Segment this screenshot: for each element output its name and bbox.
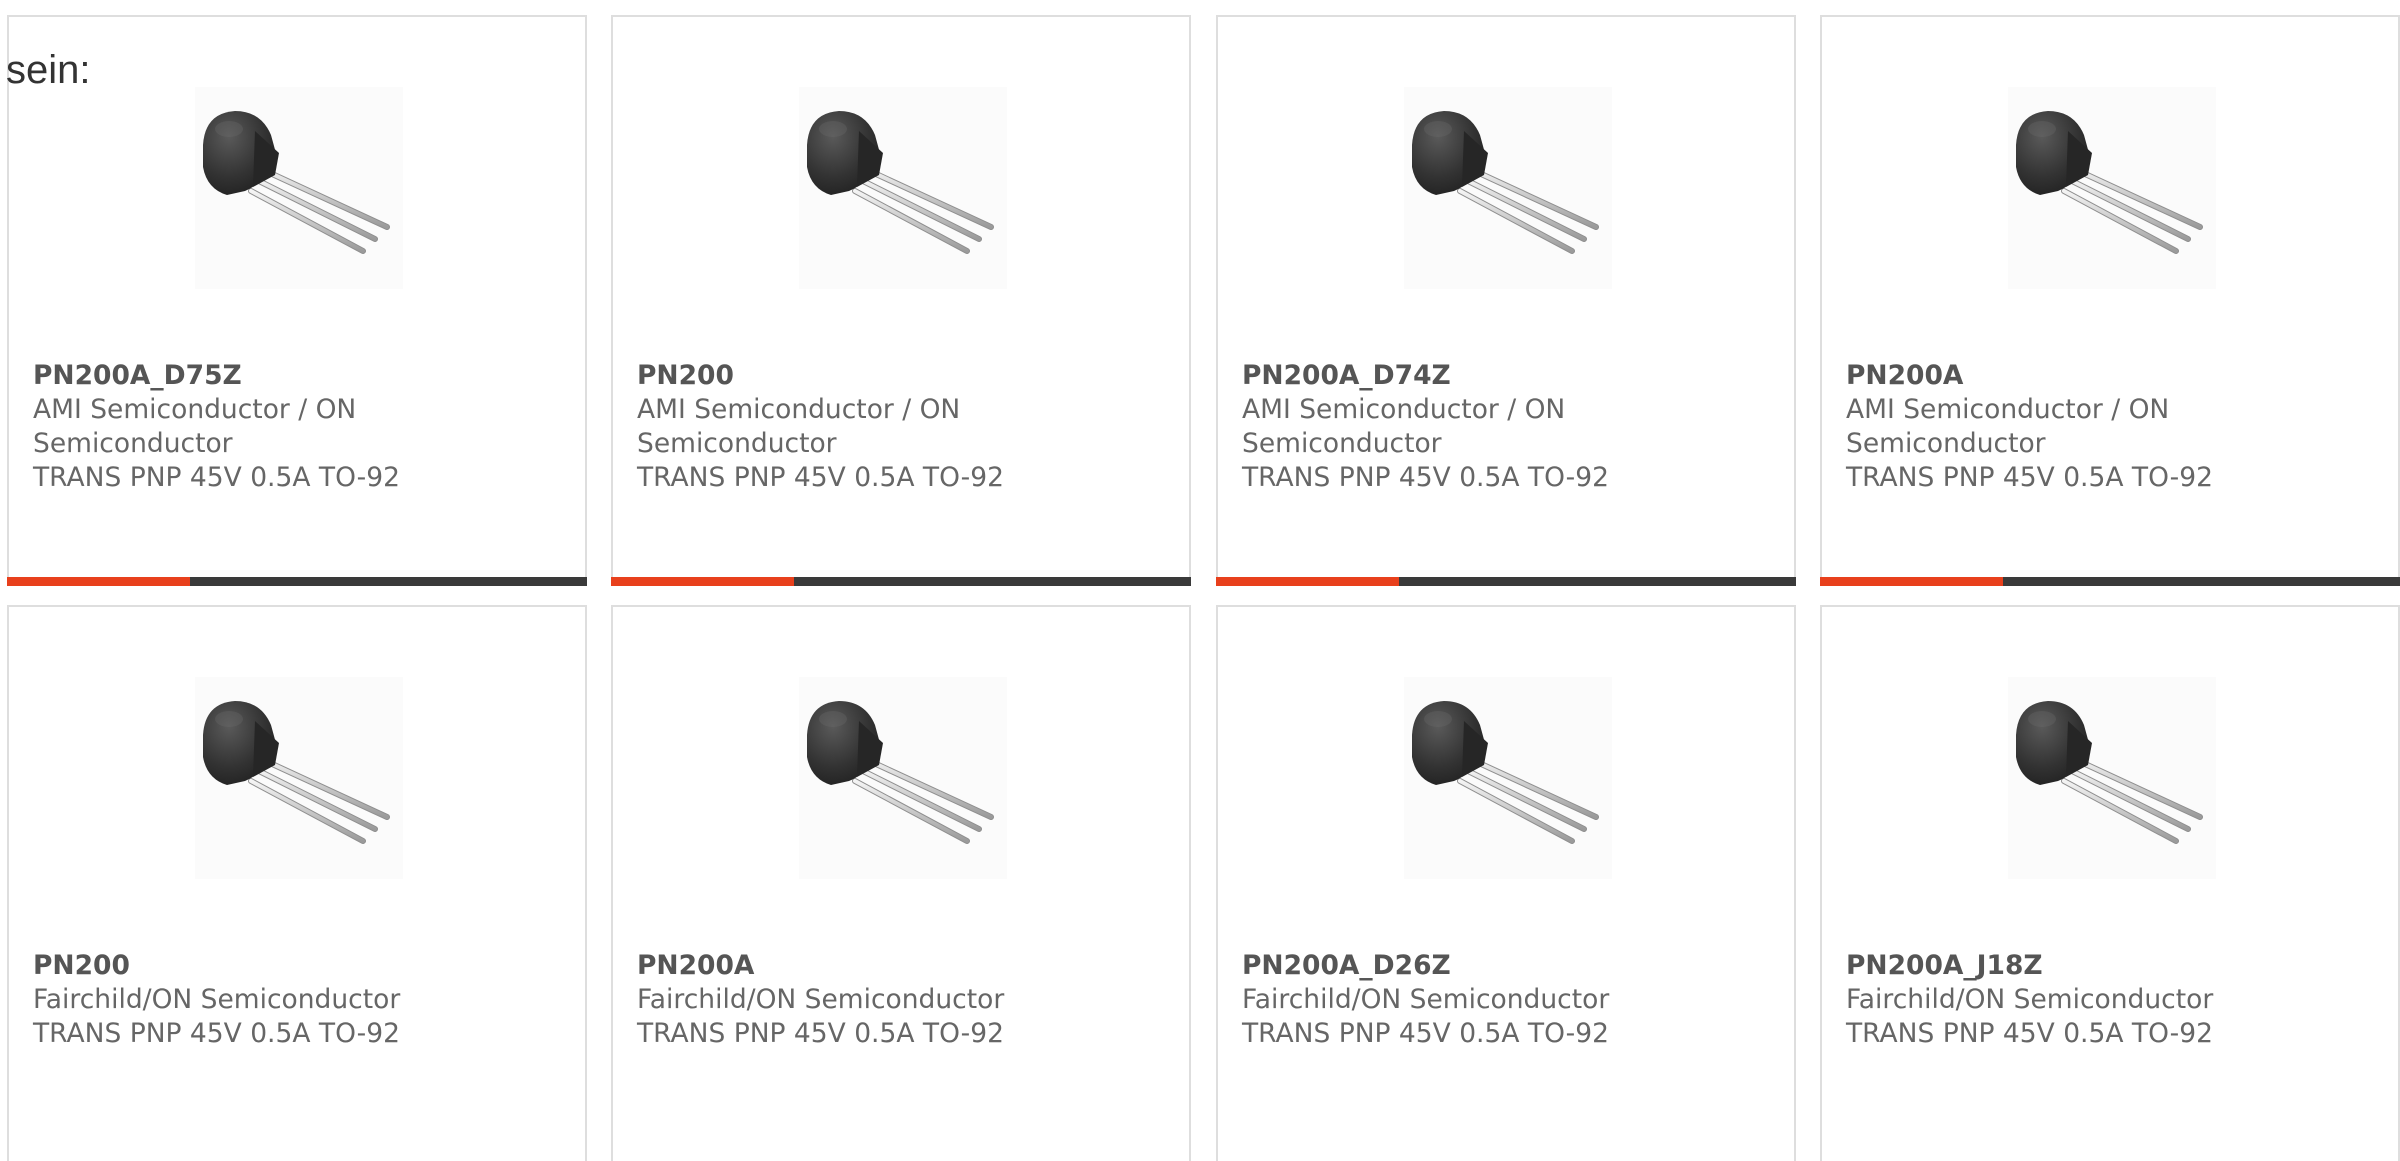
to92-transistor-image[interactable] (195, 677, 403, 879)
description: TRANS PNP 45V 0.5A TO-92 (33, 462, 400, 493)
intro-text: sein: (6, 48, 91, 92)
part-number[interactable]: PN200 (33, 949, 553, 983)
part-number[interactable]: PN200A_D75Z (33, 359, 553, 393)
to92-transistor-image[interactable] (799, 87, 1007, 289)
product-info: PN200A AMI Semiconductor / ON Semiconduc… (1846, 359, 2366, 495)
accent-segment (7, 577, 190, 586)
accent-segment (611, 577, 794, 586)
part-number[interactable]: PN200A_J18Z (1846, 949, 2366, 983)
manufacturer: Fairchild/ON Semiconductor (1242, 984, 1610, 1015)
part-number[interactable]: PN200 (637, 359, 1157, 393)
manufacturer: AMI Semiconductor / ON Semiconductor (1846, 394, 2170, 459)
product-info: PN200 Fairchild/ON Semiconductor TRANS P… (33, 949, 553, 1051)
to92-transistor-image[interactable] (1404, 87, 1612, 289)
manufacturer: Fairchild/ON Semiconductor (33, 984, 401, 1015)
manufacturer: Fairchild/ON Semiconductor (637, 984, 1005, 1015)
to92-transistor-image[interactable] (1404, 677, 1612, 879)
manufacturer: AMI Semiconductor / ON Semiconductor (1242, 394, 1566, 459)
product-card[interactable]: PN200A_D26Z Fairchild/ON Semiconductor T… (1216, 605, 1796, 1161)
card-accent-bar (1820, 577, 2400, 586)
accent-segment (1820, 577, 2003, 586)
description: TRANS PNP 45V 0.5A TO-92 (637, 462, 1004, 493)
product-card[interactable]: PN200A_D74Z AMI Semiconductor / ON Semic… (1216, 15, 1796, 586)
description: TRANS PNP 45V 0.5A TO-92 (1846, 1018, 2213, 1049)
product-card[interactable]: PN200 AMI Semiconductor / ON Semiconduct… (611, 15, 1191, 586)
product-card[interactable]: PN200A Fairchild/ON Semiconductor TRANS … (611, 605, 1191, 1161)
to92-transistor-image[interactable] (195, 87, 403, 289)
description: TRANS PNP 45V 0.5A TO-92 (1242, 1018, 1609, 1049)
part-number[interactable]: PN200A (1846, 359, 2366, 393)
product-info: PN200A_J18Z Fairchild/ON Semiconductor T… (1846, 949, 2366, 1051)
product-info: PN200 AMI Semiconductor / ON Semiconduct… (637, 359, 1157, 495)
card-accent-bar (1216, 577, 1796, 586)
manufacturer: AMI Semiconductor / ON Semiconductor (637, 394, 961, 459)
product-card[interactable]: PN200A AMI Semiconductor / ON Semiconduc… (1820, 15, 2400, 586)
to92-transistor-image[interactable] (2008, 677, 2216, 879)
product-grid-page: sein: PN200A_D75Z AMI Semiconductor / ON… (0, 0, 2400, 1161)
product-info: PN200A Fairchild/ON Semiconductor TRANS … (637, 949, 1157, 1051)
product-card[interactable]: PN200 Fairchild/ON Semiconductor TRANS P… (7, 605, 587, 1161)
card-accent-bar (611, 577, 1191, 586)
manufacturer: AMI Semiconductor / ON Semiconductor (33, 394, 357, 459)
manufacturer: Fairchild/ON Semiconductor (1846, 984, 2214, 1015)
to92-transistor-image[interactable] (799, 677, 1007, 879)
card-accent-bar (7, 577, 587, 586)
description: TRANS PNP 45V 0.5A TO-92 (637, 1018, 1004, 1049)
product-info: PN200A_D74Z AMI Semiconductor / ON Semic… (1242, 359, 1762, 495)
part-number[interactable]: PN200A (637, 949, 1157, 983)
to92-transistor-image[interactable] (2008, 87, 2216, 289)
part-number[interactable]: PN200A_D26Z (1242, 949, 1762, 983)
product-info: PN200A_D26Z Fairchild/ON Semiconductor T… (1242, 949, 1762, 1051)
product-card[interactable]: PN200A_J18Z Fairchild/ON Semiconductor T… (1820, 605, 2400, 1161)
description: TRANS PNP 45V 0.5A TO-92 (1846, 462, 2213, 493)
description: TRANS PNP 45V 0.5A TO-92 (1242, 462, 1609, 493)
product-info: PN200A_D75Z AMI Semiconductor / ON Semic… (33, 359, 553, 495)
part-number[interactable]: PN200A_D74Z (1242, 359, 1762, 393)
description: TRANS PNP 45V 0.5A TO-92 (33, 1018, 400, 1049)
accent-segment (1216, 577, 1399, 586)
product-card[interactable]: PN200A_D75Z AMI Semiconductor / ON Semic… (7, 15, 587, 586)
